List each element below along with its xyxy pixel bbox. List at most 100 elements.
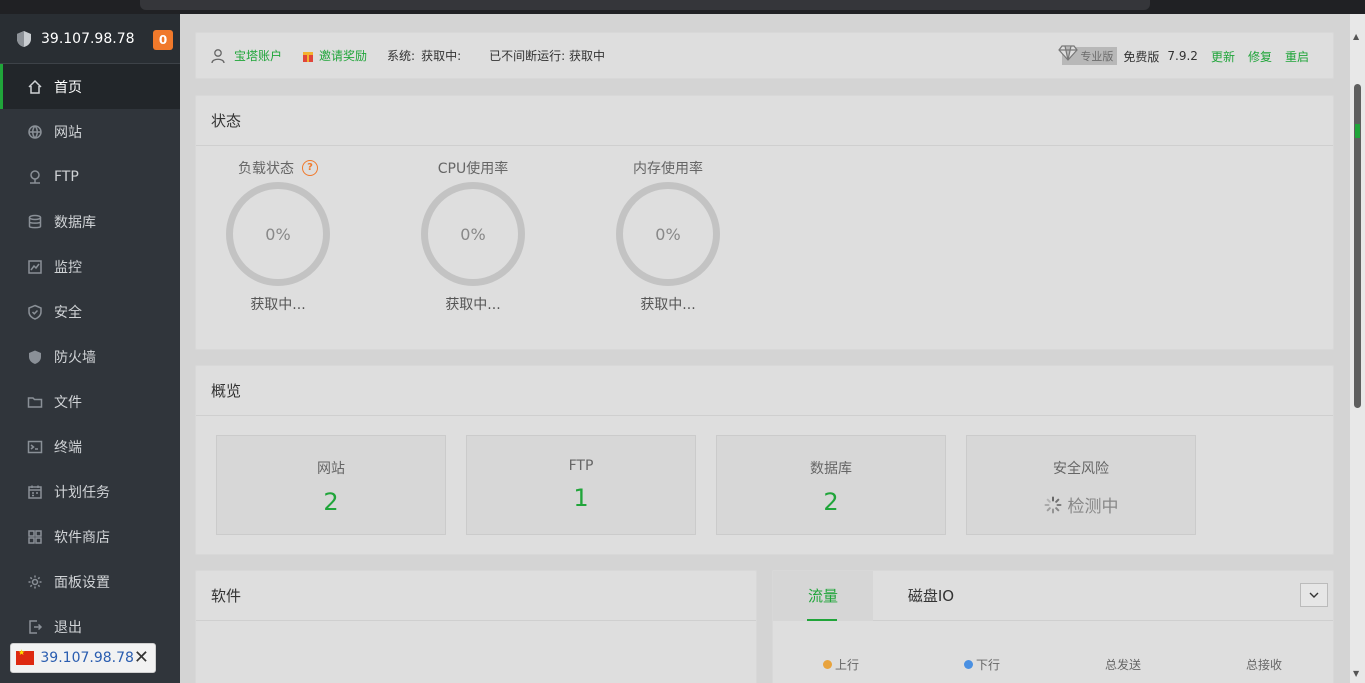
terminal-icon — [26, 438, 44, 456]
uptime-info: 已不间断运行: 获取中 — [489, 47, 605, 64]
network-select-dropdown[interactable] — [1300, 583, 1328, 607]
pro-edition-tag[interactable]: 专业版 — [1058, 45, 1118, 65]
uptime-text: 已不间断运行: 获取中 — [489, 49, 605, 63]
legend-label: 总接收 — [1246, 658, 1283, 672]
gauge-ring: 0% — [421, 182, 525, 286]
gauge-value: 0% — [265, 224, 291, 244]
sidebar-item-terminal[interactable]: 终端 — [0, 424, 180, 469]
gauge-ring: 0% — [226, 182, 330, 286]
scroll-marker — [1355, 124, 1360, 138]
sidebar-item-app-store[interactable]: 软件商店 — [0, 514, 180, 559]
sidebar-item-label: 数据库 — [54, 214, 96, 231]
update-link[interactable]: 更新 — [1211, 48, 1235, 65]
legend-label: 总发送 — [1105, 658, 1142, 672]
system-info: 系统: 获取中: — [387, 47, 461, 64]
overview-value: 2 — [323, 488, 339, 516]
cpu-gauge[interactable]: CPU使用率 0% 获取中... — [398, 158, 548, 314]
logout-icon — [26, 618, 44, 636]
status-panel: 状态 负载状态? 0% 获取中... CPU使用率 0% 获取中... 内存使用… — [195, 95, 1334, 350]
overview-panel: 概览 网站 2 FTP 1 数据库 2 安全风险 检测中 — [195, 365, 1334, 555]
message-count-badge[interactable]: 0 — [153, 30, 173, 50]
help-icon[interactable]: ? — [302, 160, 318, 176]
overview-ftp[interactable]: FTP 1 — [466, 435, 696, 535]
chevron-down-icon — [1309, 592, 1319, 598]
tab-traffic[interactable]: 流量 — [773, 571, 873, 621]
traffic-panel: 流量 磁盘IO 上行 下行 总发送 总接收 — [772, 570, 1334, 683]
legend-label: 上行 — [835, 658, 860, 672]
gauge-value: 0% — [655, 224, 681, 244]
version-number: 7.9.2 — [1167, 49, 1198, 63]
sidebar-item-label: 面板设置 — [54, 574, 110, 591]
ftp-icon — [26, 168, 44, 186]
browser-tab-strip — [0, 0, 1365, 14]
status-title: 状态 — [196, 96, 1333, 146]
invite-label: 邀请奖励 — [319, 49, 368, 63]
sidebar-item-ftp[interactable]: FTP — [0, 154, 180, 199]
database-icon — [26, 213, 44, 231]
gift-icon — [303, 51, 314, 62]
sidebar-item-label: 安全 — [54, 304, 82, 321]
overview-checking: 检测中 — [967, 492, 1195, 517]
gauge-label: 负载状态 — [238, 161, 294, 177]
china-flag-icon — [16, 648, 35, 665]
load-gauge[interactable]: 负载状态? 0% 获取中... — [203, 158, 353, 314]
sidebar-item-monitor[interactable]: 监控 — [0, 244, 180, 289]
page-scrollbar[interactable]: ▲ ▼ — [1350, 14, 1365, 683]
account-label: 宝塔账户 — [234, 49, 283, 63]
legend-total-sent: 总发送 — [1105, 656, 1141, 673]
upload-dot-icon — [823, 660, 832, 669]
invite-link[interactable]: 邀请奖励 — [302, 47, 367, 64]
account-link[interactable]: 宝塔账户 — [210, 47, 282, 64]
sidebar-item-database[interactable]: 数据库 — [0, 199, 180, 244]
sidebar-item-home[interactable]: 首页 — [0, 64, 180, 109]
software-title: 软件 — [196, 571, 756, 621]
sidebar-item-label: 计划任务 — [54, 484, 110, 501]
repair-link[interactable]: 修复 — [1248, 48, 1272, 65]
restart-link[interactable]: 重启 — [1285, 48, 1309, 65]
scroll-down-icon[interactable]: ▼ — [1353, 669, 1359, 678]
sidebar-item-files[interactable]: 文件 — [0, 379, 180, 424]
memory-gauge[interactable]: 内存使用率 0% 获取中... — [593, 158, 743, 314]
system-value: 获取中: — [421, 49, 462, 63]
legend-label: 下行 — [976, 658, 1001, 672]
browser-address-bar[interactable] — [140, 0, 1150, 10]
sidebar-item-label: 退出 — [54, 619, 82, 636]
top-info-bar: 宝塔账户 邀请奖励 系统: 获取中: 已不间断运行: 获取中 专业版 免费版 7… — [195, 32, 1334, 79]
system-label: 系统: — [387, 49, 416, 63]
main-content: 宝塔账户 邀请奖励 系统: 获取中: 已不间断运行: 获取中 专业版 免费版 7… — [180, 14, 1350, 683]
loading-spinner-icon — [1044, 496, 1061, 513]
sidebar-item-panel-settings[interactable]: 面板设置 — [0, 559, 180, 604]
firewall-icon — [26, 348, 44, 366]
overview-databases[interactable]: 数据库 2 — [716, 435, 946, 535]
chip-ip-text: 39.107.98.78 — [40, 650, 134, 666]
overview-websites[interactable]: 网站 2 — [216, 435, 446, 535]
sidebar-brand: 39.107.98.78 0 — [0, 14, 180, 64]
sidebar-item-security[interactable]: 安全 — [0, 289, 180, 334]
globe-icon — [26, 123, 44, 141]
sidebar: 39.107.98.78 0 首页 网站 FTP 数据库 监控 安全 防火墙 文… — [0, 14, 180, 683]
calendar-icon — [26, 483, 44, 501]
user-icon — [211, 48, 225, 63]
overview-value: 检测中 — [1067, 497, 1119, 517]
ip-location-chip: 39.107.98.78 ✕ — [10, 643, 156, 673]
settings-icon — [26, 573, 44, 591]
gauge-label: CPU使用率 — [437, 161, 509, 177]
overview-security-risk[interactable]: 安全风险 检测中 — [966, 435, 1196, 535]
server-ip: 39.107.98.78 — [41, 30, 135, 47]
overview-label: 网站 — [317, 461, 345, 477]
monitor-icon — [26, 258, 44, 276]
software-panel: 软件 — [195, 570, 757, 683]
legend-download: 下行 — [964, 656, 1000, 673]
sidebar-item-firewall[interactable]: 防火墙 — [0, 334, 180, 379]
overview-value: 1 — [573, 484, 589, 512]
sidebar-item-website[interactable]: 网站 — [0, 109, 180, 154]
scroll-up-icon[interactable]: ▲ — [1353, 32, 1359, 41]
sidebar-item-label: 网站 — [54, 124, 82, 141]
overview-label: FTP — [568, 458, 594, 474]
sidebar-item-label: 首页 — [54, 79, 82, 96]
gauge-value: 0% — [460, 224, 486, 244]
sidebar-item-label: FTP — [54, 168, 79, 185]
sidebar-item-cron[interactable]: 计划任务 — [0, 469, 180, 514]
close-icon[interactable]: ✕ — [134, 649, 149, 667]
tab-disk-io[interactable]: 磁盘IO — [881, 571, 981, 621]
